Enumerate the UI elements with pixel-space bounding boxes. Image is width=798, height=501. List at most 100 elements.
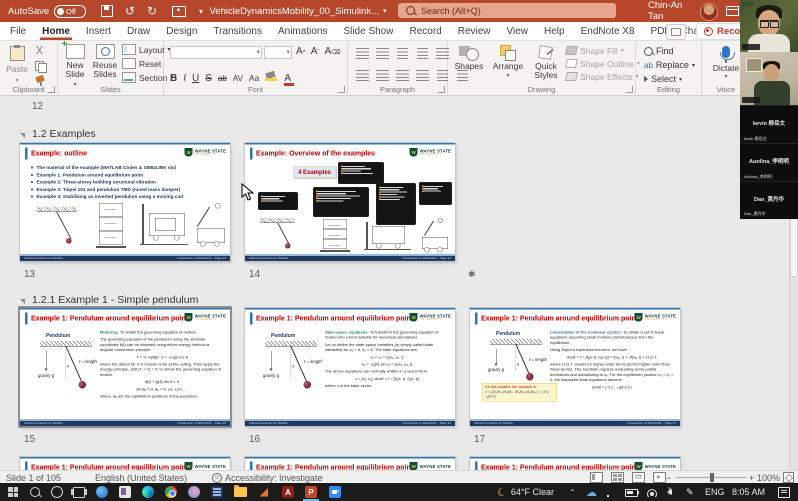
numbering-icon[interactable] <box>376 48 389 59</box>
pen-tray[interactable]: ✎ <box>686 483 694 501</box>
weather-widget[interactable]: ☾ 64°F Clear <box>497 483 554 501</box>
volume-tray[interactable] <box>664 483 672 501</box>
app-blue-sphere[interactable] <box>91 483 113 501</box>
participant-tile-4[interactable]: Aunlina_李明明 Aunlina_李明明 <box>740 143 798 182</box>
tab-slide-show[interactable]: Slide Show <box>341 22 395 40</box>
avatar[interactable] <box>700 3 718 21</box>
app-acrobat[interactable]: A <box>277 483 299 501</box>
slide-thumbnail-20[interactable]: Example 1: Pendulum around equilibrium p… <box>470 457 680 470</box>
action-center[interactable] <box>778 483 790 501</box>
app-photos[interactable] <box>183 483 205 501</box>
new-slide-button[interactable]: New Slide▾ <box>60 44 90 88</box>
shrink-font-icon[interactable]: Aˇ <box>311 46 320 57</box>
app-matlab[interactable]: ◢ <box>253 483 275 501</box>
select-button[interactable]: Select▾ <box>644 72 695 86</box>
replace-button[interactable]: ab Replace▾ <box>644 58 695 72</box>
zoom-slider-thumb[interactable] <box>710 473 714 482</box>
align-right-icon[interactable] <box>396 70 409 81</box>
reuse-slides-button[interactable]: Reuse Slides <box>90 44 120 80</box>
quick-styles-button[interactable]: Quick Styles <box>530 44 562 81</box>
participant-video-2[interactable] <box>740 52 798 105</box>
slide-thumbnail-13[interactable]: Example: outline W WAYNE STATE UNIVERSIT… <box>20 143 230 261</box>
font-name-combo[interactable] <box>170 46 262 59</box>
slideshow-button[interactable] <box>653 472 666 483</box>
drawing-dialog-launcher[interactable] <box>626 86 633 93</box>
slide-thumbnail-19[interactable]: Example 1: Pendulum around equilibrium p… <box>245 457 455 470</box>
task-view-button[interactable] <box>68 483 90 501</box>
justify-icon[interactable] <box>416 70 429 81</box>
highlight-color-icon[interactable] <box>265 70 278 81</box>
cut-icon[interactable] <box>34 45 47 56</box>
mic-tray[interactable] <box>606 483 617 501</box>
character-spacing-button[interactable]: AV <box>233 74 243 83</box>
bold-button[interactable]: B <box>170 73 177 84</box>
clock[interactable]: 8:05 AM <box>732 483 765 501</box>
user-name[interactable]: Chin-An Tan <box>648 0 696 22</box>
paste-button[interactable]: Paste▾ <box>4 44 30 84</box>
onedrive-tray[interactable]: ☁ <box>586 483 597 501</box>
tab-home[interactable]: Home <box>40 22 72 40</box>
app-notes[interactable] <box>114 483 136 501</box>
clipboard-dialog-launcher[interactable] <box>48 86 55 93</box>
autosave-toggle[interactable]: Off <box>54 0 86 22</box>
slide-thumbnail-16[interactable]: Example 1: Pendulum around equilibrium p… <box>245 308 455 426</box>
change-case-button[interactable]: Aa <box>249 73 259 83</box>
section-header-example1[interactable]: 1.2.1 Example 1 - Simple pendulum <box>20 294 198 306</box>
taskbar-search-button[interactable] <box>24 483 46 501</box>
app-calculator[interactable] <box>206 483 228 501</box>
app-edge[interactable] <box>137 483 159 501</box>
paragraph-dialog-launcher[interactable] <box>438 86 445 93</box>
decrease-indent-icon[interactable] <box>397 48 408 59</box>
save-icon[interactable] <box>96 0 118 22</box>
cortana-button[interactable] <box>46 483 68 501</box>
tab-draw[interactable]: Draw <box>125 22 152 40</box>
reading-view-button[interactable] <box>632 472 645 483</box>
tab-animations[interactable]: Animations <box>276 22 329 40</box>
tab-record[interactable]: Record <box>407 22 443 40</box>
shape-outline-button[interactable]: Shape Outline▾ <box>566 57 640 70</box>
tab-help[interactable]: Help <box>542 22 567 40</box>
increase-indent-icon[interactable] <box>417 48 428 59</box>
app-zoom[interactable] <box>324 483 346 501</box>
tab-review[interactable]: Review <box>456 22 493 40</box>
slide-thumbnail-18[interactable]: Example 1: Pendulum around equilibrium p… <box>20 457 230 470</box>
scrollbar-thumb[interactable] <box>790 217 798 277</box>
participant-tile-5[interactable]: Dan_黄丹华 Dan_黄丹华 <box>740 181 798 219</box>
app-chrome[interactable] <box>160 483 182 501</box>
participant-video-1[interactable] <box>740 0 798 52</box>
start-button[interactable] <box>2 483 24 501</box>
align-center-icon[interactable] <box>376 70 389 81</box>
tab-endnote[interactable]: EndNote X8 <box>579 22 637 40</box>
wifi-tray[interactable] <box>647 483 657 501</box>
ribbon-display-options-icon[interactable] <box>724 0 740 22</box>
tab-transitions[interactable]: Transitions <box>211 22 264 40</box>
clear-formatting-icon[interactable]: A⌫ <box>325 46 341 57</box>
slide-thumbnail-17[interactable]: Example 1: Pendulum around equilibrium p… <box>470 308 680 426</box>
font-size-combo[interactable] <box>264 46 292 59</box>
slide-sorter-view-button[interactable] <box>611 472 624 483</box>
shapes-button[interactable]: Shapes <box>452 44 486 71</box>
app-powerpoint[interactable]: P <box>300 483 322 501</box>
battery-tray[interactable] <box>625 483 638 501</box>
app-file-explorer[interactable] <box>229 483 251 501</box>
shape-effects-button[interactable]: Shape Effects▾ <box>566 70 640 83</box>
align-left-icon[interactable] <box>356 70 369 81</box>
language-indicator[interactable]: ENG <box>705 483 725 501</box>
participant-tile-3[interactable]: kevin 柳岳文 kevin 柳岳文 <box>740 105 798 144</box>
tray-chevron[interactable]: ⌃ <box>569 483 576 501</box>
columns-icon[interactable] <box>437 70 448 81</box>
quick-access-caret-icon[interactable]: ▾ <box>194 0 208 22</box>
font-dialog-launcher[interactable] <box>338 86 345 93</box>
document-title[interactable]: VehicleDynamicsMobility_00_Simulink...▾ <box>218 0 378 22</box>
shape-fill-button[interactable]: Shape Fill▾ <box>566 44 640 57</box>
strikethrough-button[interactable]: ab <box>218 74 227 83</box>
comments-button[interactable] <box>666 24 686 40</box>
tab-insert[interactable]: Insert <box>84 22 113 40</box>
shadow-strike-button[interactable]: S <box>205 73 212 84</box>
tab-view[interactable]: View <box>505 22 531 40</box>
undo-icon[interactable]: ↺ <box>120 0 140 22</box>
redo-icon[interactable]: ↻ <box>142 0 162 22</box>
bullets-icon[interactable] <box>356 48 369 59</box>
dictate-button[interactable]: Dictate ▾ <box>708 42 744 80</box>
present-icon[interactable] <box>168 0 190 22</box>
